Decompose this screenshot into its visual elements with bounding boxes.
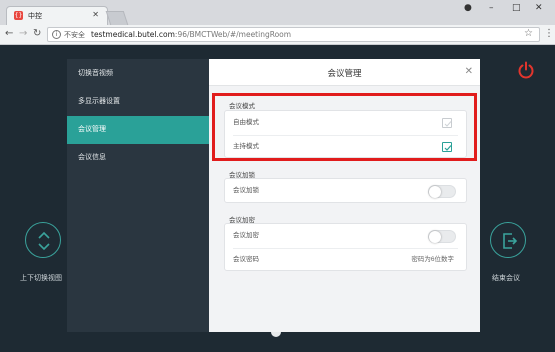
- new-tab-button[interactable]: [105, 11, 129, 25]
- security-label: 不安全: [64, 32, 85, 39]
- password-label: 会议密码: [233, 256, 259, 263]
- encrypt-card: 会议加密 会议密码 密码为6位数字: [224, 223, 467, 271]
- switch-view-label: 上下切换视图: [20, 275, 62, 282]
- password-row[interactable]: 会议密码 密码为6位数字: [233, 248, 458, 270]
- end-meeting-button[interactable]: [490, 222, 526, 258]
- reload-icon[interactable]: ↻: [33, 28, 41, 39]
- exit-icon: [503, 233, 518, 249]
- close-icon[interactable]: ✕: [465, 66, 473, 77]
- browser-tab[interactable]: {} 中控 ✕: [6, 6, 108, 25]
- sidebar-item-meeting-management[interactable]: 会议管理: [67, 116, 209, 144]
- address-bar: ← → ↻ i 不安全 testmedical.butel.com:96/BMC…: [0, 25, 555, 45]
- sidebar-item-av-switch[interactable]: 切换音视频: [67, 60, 209, 88]
- url-path: :96/BMCTWeb/#/meetingRoom: [174, 30, 292, 39]
- close-tab-icon[interactable]: ✕: [92, 10, 99, 19]
- encrypt-row: 会议加密: [233, 225, 458, 247]
- bookmark-star-icon[interactable]: ☆: [524, 28, 533, 39]
- lock-row: 会议加锁: [233, 180, 458, 202]
- encrypt-toggle[interactable]: [428, 230, 456, 243]
- lock-label: 会议加锁: [233, 187, 259, 194]
- browser-menu-icon[interactable]: ⋮: [544, 28, 554, 39]
- tab-title: 中控: [28, 13, 42, 20]
- highlight-annotation: [212, 93, 477, 161]
- sidebar-item-meeting-info[interactable]: 会议信息: [67, 144, 209, 172]
- url-text: testmedical.butel.com:96/BMCTWeb/#/meeti…: [91, 30, 291, 39]
- forward-icon[interactable]: →: [19, 28, 27, 39]
- dialog-title: 会议管理: [327, 68, 362, 78]
- encrypt-label: 会议加密: [233, 232, 259, 239]
- toggle-knob: [429, 186, 441, 198]
- sidebar-item-multi-display[interactable]: 多显示器设置: [67, 88, 209, 116]
- back-icon[interactable]: ←: [5, 28, 13, 39]
- close-window-button[interactable]: ✕: [535, 3, 543, 13]
- power-icon[interactable]: [517, 61, 535, 79]
- password-hint[interactable]: 密码为6位数字: [411, 249, 454, 271]
- end-meeting-label: 结束会议: [492, 275, 520, 282]
- favicon-icon: {}: [14, 11, 23, 20]
- minimize-button[interactable]: –: [489, 3, 494, 13]
- maximize-button[interactable]: □: [512, 3, 521, 13]
- browser-tabstrip: {} 中控 ✕ ● – □ ✕: [0, 0, 555, 25]
- profile-icon[interactable]: ●: [464, 3, 472, 13]
- lock-toggle[interactable]: [428, 185, 456, 198]
- dialog-header: 会议管理 ✕: [209, 59, 480, 86]
- up-down-chevron-icon: [38, 231, 50, 251]
- url-field[interactable]: i 不安全 testmedical.butel.com:96/BMCTWeb/#…: [47, 27, 540, 42]
- url-host: testmedical.butel.com: [91, 30, 175, 39]
- switch-view-button[interactable]: [25, 222, 61, 258]
- dialog-sidebar: 切换音视频 多显示器设置 会议管理 会议信息: [67, 59, 209, 332]
- info-icon[interactable]: i: [52, 30, 61, 39]
- lock-card: 会议加锁: [224, 178, 467, 203]
- toggle-knob: [429, 231, 441, 243]
